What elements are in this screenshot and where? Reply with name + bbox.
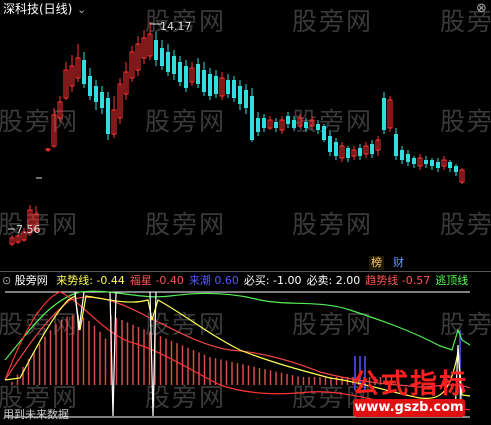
stamp-title: 公式指标 (352, 369, 468, 400)
buy-spike (149, 291, 157, 417)
indicator-value: 逃顶线 (435, 274, 469, 287)
stock-chart-window: { "main_panel": { "title": "深科技(日线)", "h… (0, 0, 491, 425)
stamp-url: www.gszb.com (353, 399, 465, 417)
bottom-note: 用到未来数据 (3, 408, 69, 421)
indicator-value: 趋势线 -0.57 (365, 274, 431, 287)
indicator-value: 来势线: -0.44 (56, 274, 125, 287)
site-stamp: 公式指标 www.gszb.com (335, 362, 485, 420)
buy-spike (109, 291, 117, 417)
settings-icon[interactable]: ⊙ (2, 274, 11, 287)
indicator-name: 股旁网 (14, 274, 48, 287)
indicator-value: 必买: -1.00 (243, 274, 302, 287)
indicator-value: 必卖: 2.00 (306, 274, 361, 287)
indicator-header: ⊙ 股旁网 来势线: -0.44 福星 -0.40 来潮 0.60 必买: -1.00… (2, 274, 468, 287)
indicator-value: 福星 -0.40 (129, 274, 184, 287)
indicator-value: 来潮 0.60 (188, 274, 239, 287)
